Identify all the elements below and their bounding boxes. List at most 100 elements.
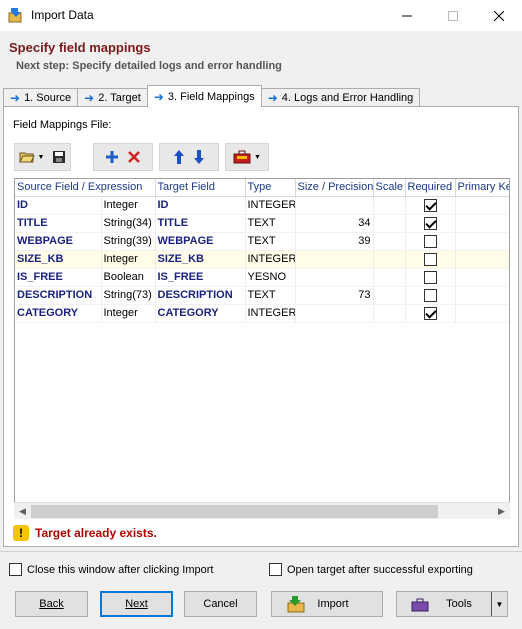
move-up-icon[interactable]	[173, 149, 185, 165]
size-cell[interactable]: 39	[295, 232, 374, 251]
table-row[interactable]: TITLE String(34) TITLE TEXT 34	[15, 214, 509, 233]
field-mappings-grid[interactable]: Source Field / Expression Target Field T…	[14, 178, 510, 518]
tab-target[interactable]: ➜ 2. Target	[77, 88, 148, 107]
close-after-import-checkbox[interactable]	[9, 563, 22, 576]
required-checkbox[interactable]	[423, 288, 437, 302]
col-target-field[interactable]: Target Field	[155, 179, 246, 197]
add-icon[interactable]	[105, 150, 119, 164]
tools-button[interactable]: Tools ▼	[396, 591, 508, 617]
size-cell[interactable]: 73	[295, 286, 374, 305]
scale-cell[interactable]	[373, 304, 406, 323]
source-type-cell[interactable]: Integer	[101, 250, 156, 269]
scale-cell[interactable]	[373, 196, 406, 215]
source-field-cell[interactable]: ID	[15, 196, 102, 215]
required-checkbox[interactable]	[423, 234, 437, 248]
scroll-right-icon[interactable]: ▶	[493, 503, 510, 520]
minimize-button[interactable]	[384, 0, 430, 31]
scale-cell[interactable]	[373, 268, 406, 287]
size-cell[interactable]	[295, 196, 374, 215]
target-field-cell[interactable]: DESCRIPTION	[155, 286, 246, 305]
scale-cell[interactable]	[373, 250, 406, 269]
required-checkbox[interactable]	[423, 252, 437, 266]
required-checkbox[interactable]	[423, 216, 437, 230]
col-required[interactable]: Required	[405, 179, 456, 197]
close-button[interactable]	[476, 0, 522, 31]
source-type-cell[interactable]: String(39)	[101, 232, 156, 251]
source-field-cell[interactable]: WEBPAGE	[15, 232, 102, 251]
col-size-precision[interactable]: Size / Precision	[295, 179, 374, 197]
open-target-checkbox[interactable]	[269, 563, 282, 576]
col-primary-key[interactable]: Primary Key	[455, 179, 509, 197]
size-cell[interactable]: 34	[295, 214, 374, 233]
wizard-header: Specify field mappings Next step: Specif…	[0, 31, 522, 85]
target-field-cell[interactable]: CATEGORY	[155, 304, 246, 323]
scale-cell[interactable]	[373, 232, 406, 251]
move-down-icon[interactable]	[193, 149, 205, 165]
target-field-cell[interactable]: TITLE	[155, 214, 246, 233]
tab-logs-error-handling[interactable]: ➜ 4. Logs and Error Handling	[260, 88, 421, 107]
table-row[interactable]: CATEGORY Integer CATEGORY INTEGER	[15, 304, 509, 323]
type-cell[interactable]: TEXT	[245, 286, 296, 305]
target-field-cell[interactable]: ID	[155, 196, 246, 215]
source-type-cell[interactable]: String(34)	[101, 214, 156, 233]
source-field-cell[interactable]: SIZE_KB	[15, 250, 102, 269]
size-cell[interactable]	[294, 250, 374, 269]
tab-source[interactable]: ➜ 1. Source	[3, 88, 79, 107]
target-field-cell[interactable]: IS_FREE	[155, 268, 246, 287]
required-cell	[405, 232, 456, 251]
required-checkbox[interactable]	[423, 270, 437, 284]
tools-dropdown-icon[interactable]: ▼	[491, 592, 507, 616]
type-cell[interactable]: YESNO	[245, 268, 296, 287]
type-cell[interactable]: TEXT	[245, 232, 296, 251]
col-scale[interactable]: Scale	[373, 179, 406, 197]
toolbox-icon	[233, 150, 251, 164]
import-button[interactable]: Import	[271, 591, 383, 617]
type-cell[interactable]: INTEGER	[245, 304, 296, 323]
next-button[interactable]: Next	[100, 591, 173, 617]
table-row[interactable]: SIZE_KB Integer SIZE_KB INTEGER	[15, 250, 509, 269]
source-type-cell[interactable]: Integer	[101, 304, 156, 323]
type-cell[interactable]: INTEGER	[245, 196, 296, 215]
open-folder-button[interactable]: ▼	[18, 150, 44, 164]
maximize-button[interactable]	[430, 0, 476, 31]
type-cell[interactable]: TEXT	[245, 214, 296, 233]
type-cell[interactable]: INTEGER	[245, 250, 296, 269]
target-field-cell[interactable]: SIZE_KB	[155, 250, 246, 269]
minimize-icon	[402, 15, 412, 16]
horizontal-scrollbar[interactable]: ◀ ▶	[14, 502, 510, 519]
table-row[interactable]: WEBPAGE String(39) WEBPAGE TEXT 39	[15, 232, 509, 251]
arrow-right-icon: ➜	[84, 91, 95, 105]
required-checkbox[interactable]	[423, 306, 437, 320]
source-type-cell[interactable]: Integer	[101, 196, 156, 215]
delete-icon[interactable]	[127, 150, 141, 164]
open-target-option[interactable]: Open target after successful exporting	[269, 563, 473, 576]
source-field-cell[interactable]: CATEGORY	[15, 304, 102, 323]
col-source-field[interactable]: Source Field / Expression	[15, 179, 156, 197]
table-row[interactable]: IS_FREE Boolean IS_FREE YESNO	[15, 268, 509, 287]
source-type-cell[interactable]: String(73)	[101, 286, 156, 305]
required-checkbox[interactable]	[423, 198, 437, 212]
size-cell[interactable]	[295, 304, 374, 323]
source-field-cell[interactable]: IS_FREE	[15, 268, 102, 287]
save-icon[interactable]	[52, 150, 66, 164]
size-cell[interactable]	[295, 268, 374, 287]
target-field-cell[interactable]: WEBPAGE	[155, 232, 246, 251]
scrollbar-thumb[interactable]	[31, 505, 438, 518]
scale-cell[interactable]	[373, 214, 406, 233]
arrow-right-icon: ➜	[267, 91, 278, 105]
primary-key-cell	[455, 304, 509, 323]
tab-field-mappings[interactable]: ➜ 3. Field Mappings	[146, 85, 262, 107]
scale-cell[interactable]	[373, 286, 406, 305]
close-after-import-option[interactable]: Close this window after clicking Import	[9, 563, 213, 576]
cancel-button[interactable]: Cancel	[184, 591, 257, 617]
scroll-left-icon[interactable]: ◀	[14, 503, 31, 520]
source-field-cell[interactable]: TITLE	[15, 214, 102, 233]
col-type[interactable]: Type	[245, 179, 296, 197]
source-type-cell[interactable]: Boolean	[101, 268, 156, 287]
source-field-cell[interactable]: DESCRIPTION	[15, 286, 102, 305]
table-row[interactable]: DESCRIPTION String(73) DESCRIPTION TEXT 73	[15, 286, 509, 305]
back-button[interactable]: Back	[15, 591, 88, 617]
table-row[interactable]: ID Integer ID INTEGER	[15, 196, 509, 215]
tools-dropdown-button[interactable]: ▼	[233, 150, 261, 164]
required-cell	[405, 286, 456, 305]
